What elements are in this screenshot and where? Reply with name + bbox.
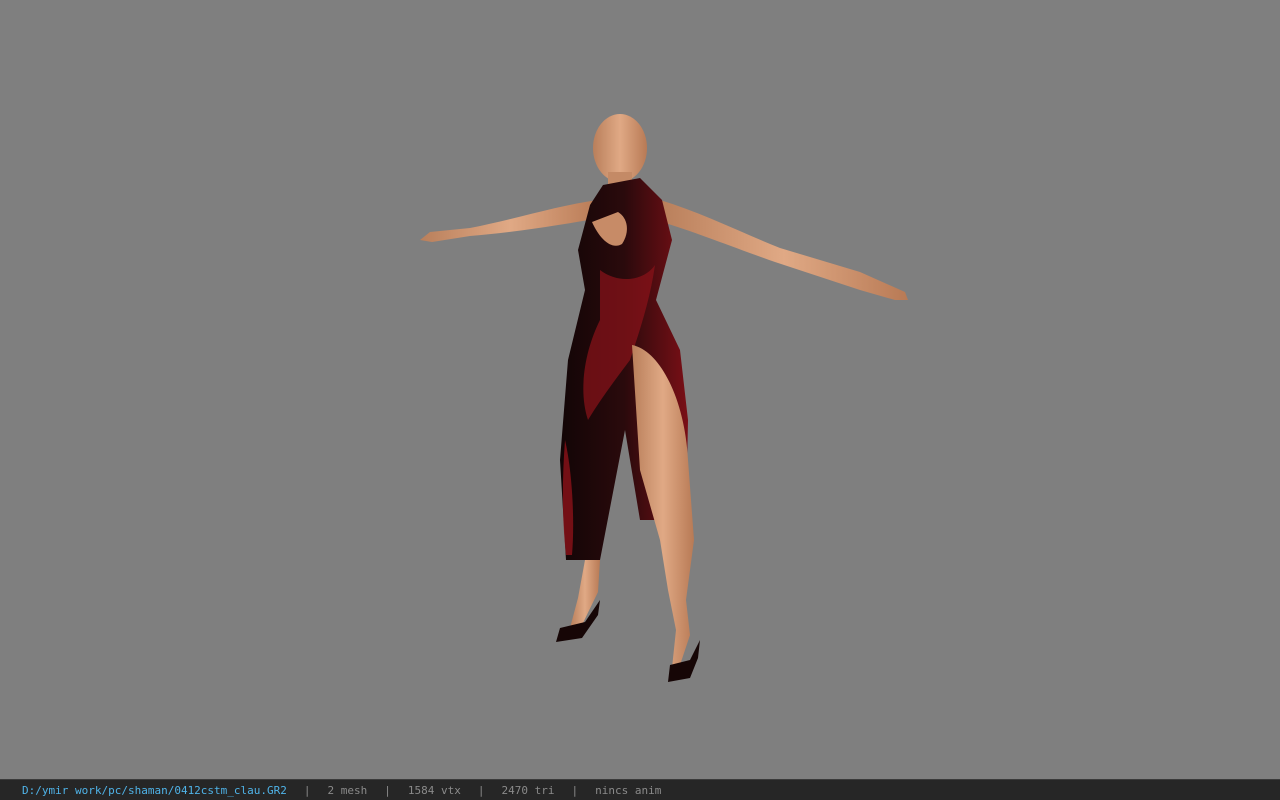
- separator: |: [384, 783, 391, 797]
- animation-status: nincs anim: [595, 783, 662, 797]
- vertex-count: 1584 vtx: [407, 783, 461, 797]
- character-model-icon: [420, 114, 908, 682]
- head: [593, 114, 647, 182]
- separator: |: [477, 783, 485, 797]
- right-arm: [660, 200, 908, 300]
- status-bar: D:/ymir work/pc/shaman/0412cstm_clau.GR2…: [0, 779, 1280, 800]
- triangle-count: 2470 tri: [501, 783, 555, 797]
- file-path: D:/ymir work/pc/shaman/0412cstm_clau.GR2: [22, 783, 287, 797]
- 3d-viewport[interactable]: [0, 0, 1280, 779]
- mesh-count: 2 mesh: [327, 783, 368, 797]
- separator: |: [571, 783, 579, 797]
- left-arm: [420, 200, 600, 242]
- separator: |: [303, 783, 311, 797]
